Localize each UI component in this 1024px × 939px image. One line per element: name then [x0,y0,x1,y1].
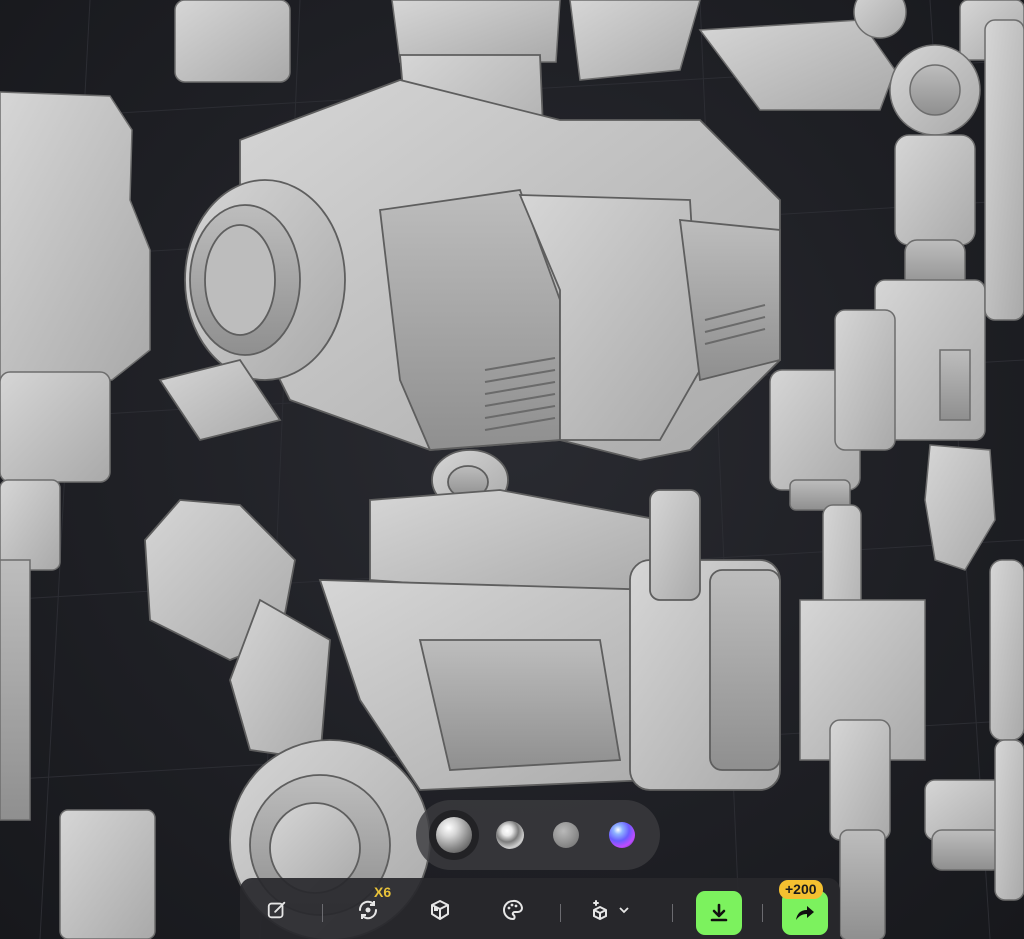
3d-viewport[interactable] [0,0,1024,939]
parts-button[interactable] [420,890,460,930]
material-matte-button[interactable] [541,810,591,860]
bottom-toolbar [240,878,840,939]
download-button[interactable] [696,891,742,935]
scene-options-icon [593,900,607,921]
material-selector [416,800,660,870]
toolbar-divider [762,904,763,922]
robot-model-render [0,0,1024,939]
palette-icon [503,899,524,921]
download-icon [710,903,728,922]
rotate-view-icon [358,900,378,920]
toolbar-divider [560,904,561,922]
cube-parts-icon [431,900,449,920]
edit-button[interactable] [257,890,297,930]
iridescent-sphere-icon [609,822,635,848]
material-iridescent-button[interactable] [597,810,647,860]
matte-sphere-icon [553,822,579,848]
texture-button[interactable] [493,890,533,930]
clay-sphere-icon [436,817,472,853]
toolbar-divider [322,904,323,922]
edit-icon [267,901,286,919]
toolbar-divider [672,904,673,922]
chrome-sphere-icon [496,821,524,849]
chevron-down-icon [619,907,629,914]
material-chrome-button[interactable] [485,810,535,860]
credits-badge: +200 [779,880,823,899]
rotate-count-badge: X6 [374,884,392,900]
material-clay-button[interactable] [429,810,479,860]
scene-options-dropdown[interactable] [588,890,648,930]
share-icon [796,906,814,920]
